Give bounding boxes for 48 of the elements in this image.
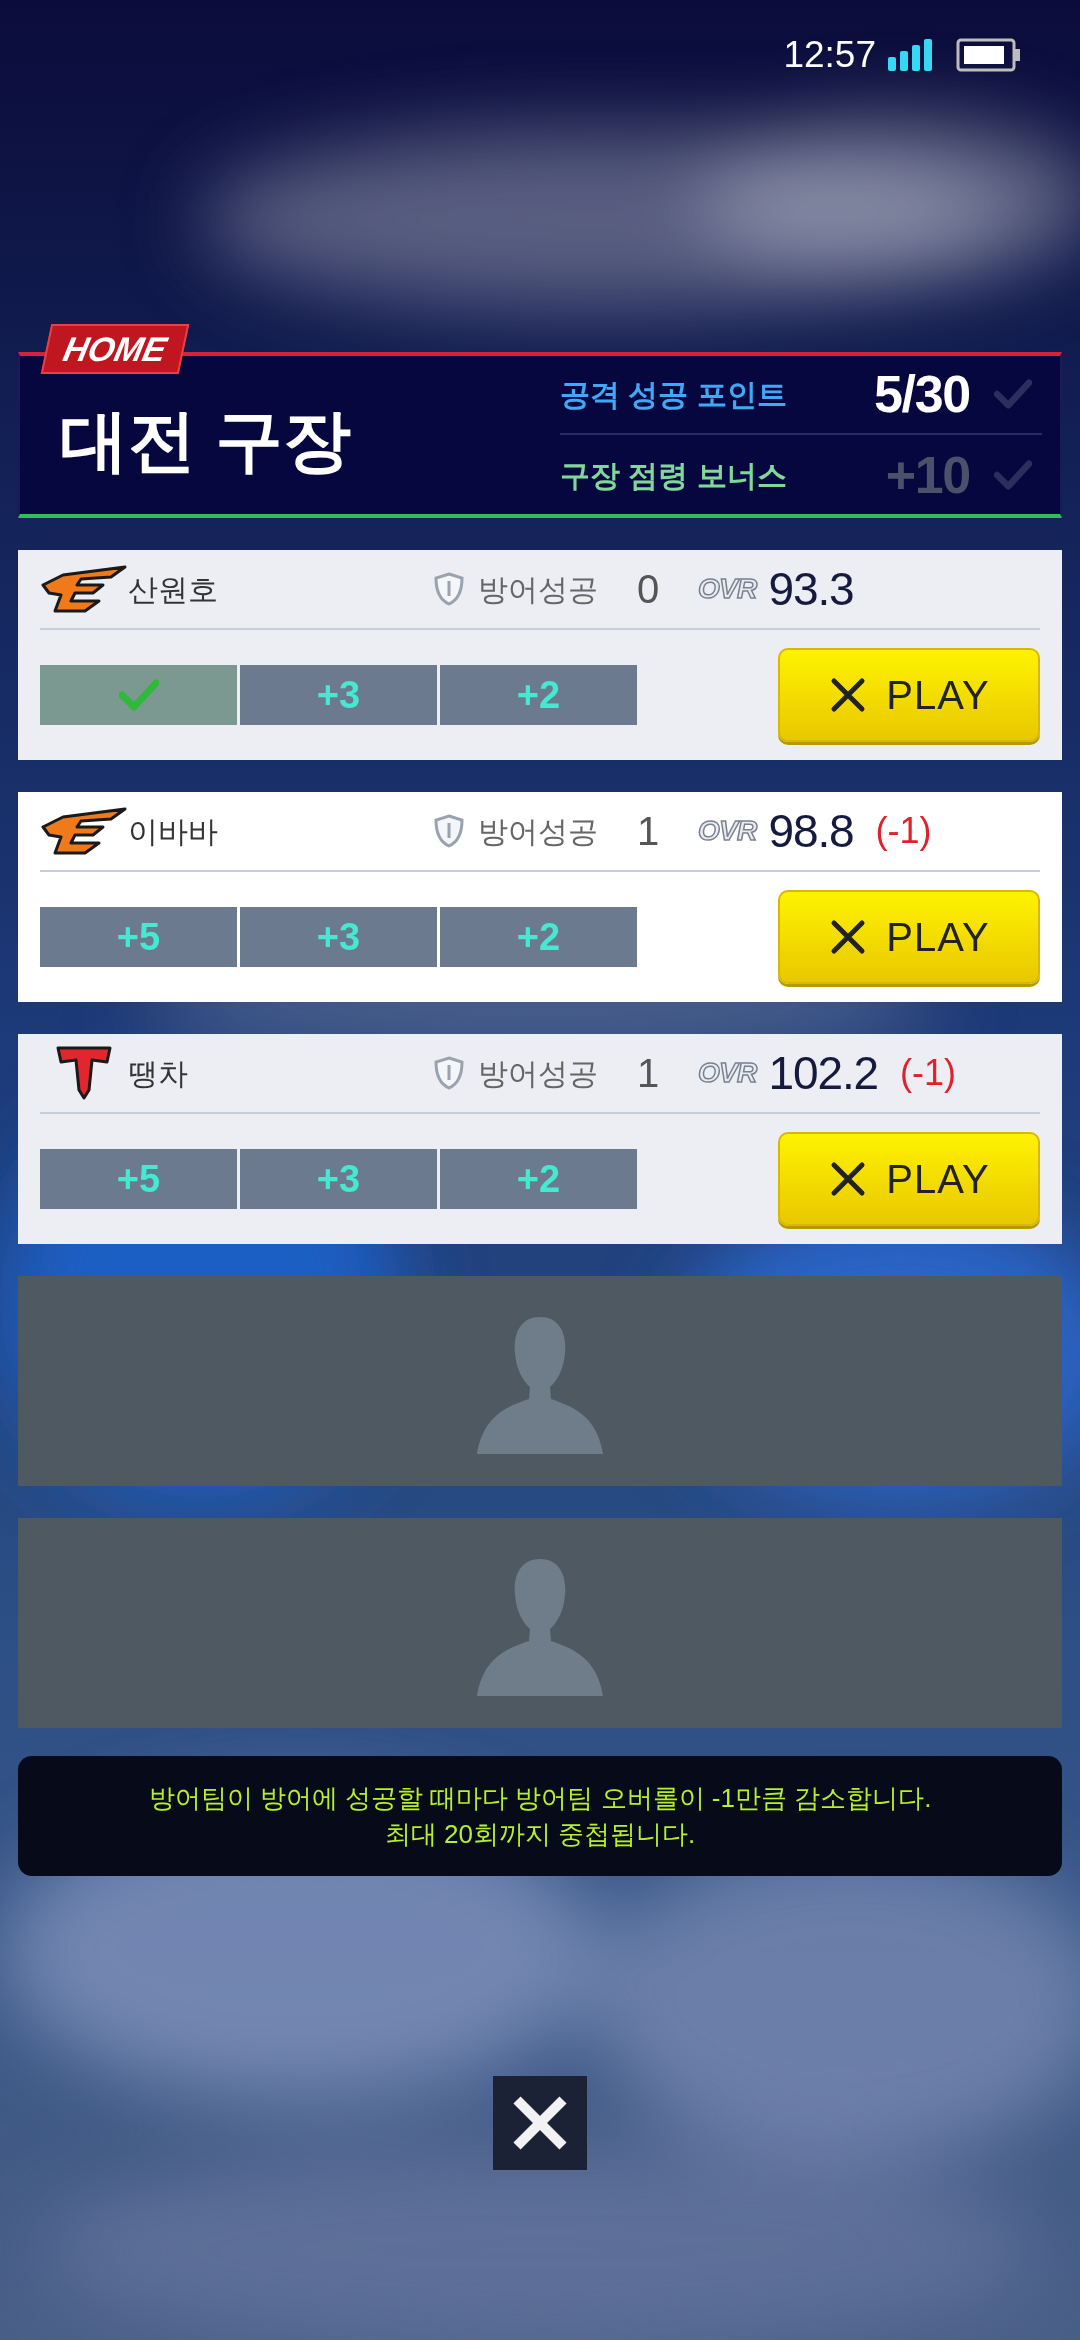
ovr-penalty: (-1) (875, 809, 932, 853)
stat-label: 구장 점령 보너스 (560, 457, 788, 494)
player-name: 이바바 (128, 813, 219, 850)
stat-label: 공격 성공 포인트 (560, 376, 788, 413)
notice-text: 최대 20회까지 중첩됩니다. (384, 1818, 696, 1851)
signal-icon (888, 39, 934, 71)
bonus-slot: +5 (40, 1149, 237, 1209)
defense-count: 1 (635, 808, 661, 855)
ovr-value: 93.3 (768, 561, 854, 617)
eagle-logo-icon (41, 805, 127, 857)
status-time: 12:57 (783, 33, 876, 78)
ovr-value: 98.8 (768, 803, 854, 859)
shield-icon (434, 814, 464, 848)
ovr-value: 102.2 (768, 1045, 878, 1101)
shield-icon (434, 1056, 464, 1090)
player-name: 땡차 (128, 1055, 189, 1092)
bonus-slot: +2 (440, 907, 637, 967)
player-name: 산원호 (128, 571, 219, 608)
team-logo-icon (55, 1044, 113, 1102)
battery-icon (956, 38, 1022, 72)
defense-count: 1 (635, 1050, 661, 1097)
ovr-penalty: (-1) (899, 1051, 956, 1095)
close-button[interactable] (493, 2076, 587, 2170)
bonus-slot: +2 (440, 1149, 637, 1209)
check-icon (118, 679, 159, 711)
close-icon (511, 2094, 569, 2152)
shield-icon (434, 572, 464, 606)
defense-label: 방어성공 (478, 1055, 598, 1092)
bonus-slot: +5 (40, 907, 237, 967)
stat-value: 5/30 (873, 364, 970, 425)
bonus-slot: +2 (440, 665, 637, 725)
bonus-slot: +3 (240, 1149, 437, 1209)
play-button[interactable]: PLAY (778, 648, 1040, 742)
home-tag: HOME (40, 324, 190, 374)
defense-count: 0 (635, 566, 661, 613)
ovr-label: OVR (698, 814, 757, 848)
notice-text: 방어팀이 방어에 성공할 때마다 방어팀 오버롤이 -1만큼 감소합니다. (148, 1782, 932, 1815)
eagle-logo-icon (41, 563, 127, 615)
ovr-label: OVR (698, 1056, 757, 1090)
bonus-slot: +3 (240, 907, 437, 967)
stadium-title: 대전 구장 (60, 401, 352, 480)
defense-label: 방어성공 (478, 571, 598, 608)
play-button[interactable]: PLAY (778, 890, 1040, 984)
stat-value: +10 (884, 445, 970, 506)
play-button[interactable]: PLAY (778, 1132, 1040, 1226)
bonus-slot: +3 (240, 665, 437, 725)
defense-label: 방어성공 (478, 813, 598, 850)
ovr-label: OVR (698, 572, 757, 606)
